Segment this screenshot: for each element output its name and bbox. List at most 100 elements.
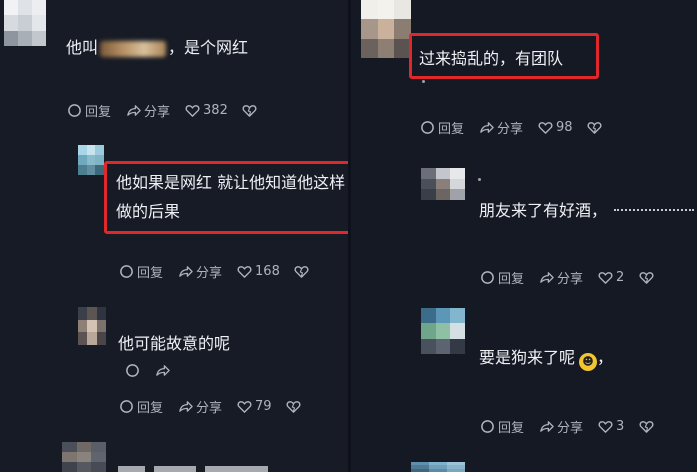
comment-actions: 回复 分享 168 <box>118 262 310 281</box>
share-label: 分享 <box>557 271 584 287</box>
like-count: 79 <box>255 398 272 414</box>
share-arrow-icon <box>538 418 554 434</box>
comment-avatar[interactable] <box>361 0 411 58</box>
comment-actions: 回复 分享 3 <box>479 417 654 436</box>
heart-icon <box>597 418 613 434</box>
dislike-button[interactable] <box>638 269 654 285</box>
dislike-button[interactable] <box>638 418 654 434</box>
reply-bubble-icon <box>419 119 435 135</box>
broken-heart-icon <box>242 102 258 118</box>
left-screenshot-panel: 他叫 ，是个网红 回复 分享 382 他如果是网红 就让他知道他这样做的后果 回复 <box>0 0 348 472</box>
share-arrow-icon[interactable] <box>154 362 170 378</box>
share-button[interactable]: 分享 <box>538 417 583 436</box>
share-label: 分享 <box>196 265 223 281</box>
heart-icon <box>236 263 252 279</box>
reply-button[interactable]: 回复 <box>118 262 163 281</box>
reply-label: 回复 <box>498 420 525 436</box>
broken-heart-icon <box>286 398 302 414</box>
dislike-button[interactable] <box>286 398 302 414</box>
dislike-button[interactable] <box>242 102 258 118</box>
reply-label: 回复 <box>137 400 164 416</box>
share-button[interactable]: 分享 <box>177 262 222 281</box>
cut-off-comment-text <box>118 466 268 472</box>
comment-text: 他叫 ，是个网红 <box>66 33 248 63</box>
heart-icon <box>597 269 613 285</box>
share-label: 分享 <box>557 420 584 436</box>
share-label: 分享 <box>196 400 223 416</box>
like-button[interactable]: 79 <box>236 398 272 414</box>
comment-text-comma: ， <box>597 348 614 367</box>
comment-text-main: 要是狗来了呢 <box>479 348 576 367</box>
share-button[interactable]: 分享 <box>538 268 583 287</box>
comment-separator-dot <box>478 178 481 181</box>
reply-label: 回复 <box>137 265 164 281</box>
comment-separator-dot <box>422 80 425 83</box>
comment-actions: 回复 分享 98 <box>419 118 603 137</box>
reply-bubble-icon <box>118 398 134 414</box>
like-button[interactable]: 382 <box>184 102 228 118</box>
share-button[interactable]: 分享 <box>177 397 222 416</box>
reply-bubble-icon[interactable] <box>124 362 140 378</box>
share-arrow-icon <box>538 269 554 285</box>
like-count: 168 <box>255 263 280 279</box>
dislike-button[interactable] <box>587 119 603 135</box>
comment-avatar[interactable] <box>4 0 46 46</box>
reply-button[interactable]: 回复 <box>479 417 524 436</box>
laughing-tears-emoji-icon: ☻ <box>579 353 598 371</box>
comment-actions: 回复 分享 2 <box>479 268 654 287</box>
like-count: 2 <box>616 269 625 285</box>
comment-text-end: ，是个网红 <box>168 38 249 57</box>
like-button[interactable]: 168 <box>236 263 280 279</box>
share-button[interactable]: 分享 <box>125 101 170 120</box>
like-count: 98 <box>556 119 573 135</box>
share-arrow-icon <box>125 102 141 118</box>
comment-avatar[interactable] <box>62 442 106 472</box>
like-button[interactable]: 98 <box>537 119 573 135</box>
reply-bubble-icon <box>479 418 495 434</box>
like-button[interactable]: 3 <box>597 418 624 434</box>
reply-bubble-icon <box>66 102 82 118</box>
share-label: 分享 <box>144 104 171 120</box>
reply-label: 回复 <box>85 104 112 120</box>
like-count: 3 <box>616 418 625 434</box>
comment-avatar[interactable] <box>421 168 465 200</box>
trailing-dots <box>614 209 694 211</box>
highlight-box <box>409 33 599 79</box>
share-arrow-icon <box>478 119 494 135</box>
reply-button[interactable]: 回复 <box>66 101 111 120</box>
comment-actions: 回复 分享 382 <box>66 101 258 120</box>
reply-bubble-icon <box>479 269 495 285</box>
broken-heart-icon <box>587 119 603 135</box>
heart-icon <box>236 398 252 414</box>
broken-heart-icon <box>294 263 310 279</box>
comment-text-start: 他叫 <box>66 38 99 57</box>
share-arrow-icon <box>177 263 193 279</box>
reply-button[interactable]: 回复 <box>118 397 163 416</box>
share-button[interactable]: 分享 <box>478 118 523 137</box>
comment-text: 他可能故意的呢 <box>118 334 231 353</box>
reply-bubble-icon <box>118 263 134 279</box>
dislike-button[interactable] <box>294 263 310 279</box>
like-count: 382 <box>203 102 228 118</box>
comment-quick-actions <box>124 361 170 379</box>
blurred-name <box>100 40 167 57</box>
broken-heart-icon <box>638 269 654 285</box>
reply-label: 回复 <box>498 271 525 287</box>
comment-avatar[interactable] <box>78 307 106 345</box>
comment-avatar[interactable] <box>411 462 465 472</box>
comment-avatar[interactable] <box>421 308 465 354</box>
share-arrow-icon <box>177 398 193 414</box>
like-button[interactable]: 2 <box>597 269 624 285</box>
share-label: 分享 <box>497 121 524 137</box>
heart-icon <box>184 102 200 118</box>
reply-button[interactable]: 回复 <box>479 268 524 287</box>
comment-text: 要是狗来了呢 ☻， <box>479 343 613 373</box>
highlight-box <box>104 161 348 234</box>
comment-avatar[interactable] <box>78 145 104 175</box>
comment-text: 朋友来了有好酒， <box>479 201 608 220</box>
comment-actions: 回复 分享 79 <box>118 397 302 416</box>
heart-icon <box>537 119 553 135</box>
right-screenshot-panel: 过来捣乱的，有团队 回复 分享 98 朋友来了有好酒， 回复 分享 2 要是狗来… <box>351 0 697 472</box>
reply-button[interactable]: 回复 <box>419 118 464 137</box>
reply-label: 回复 <box>438 121 465 137</box>
